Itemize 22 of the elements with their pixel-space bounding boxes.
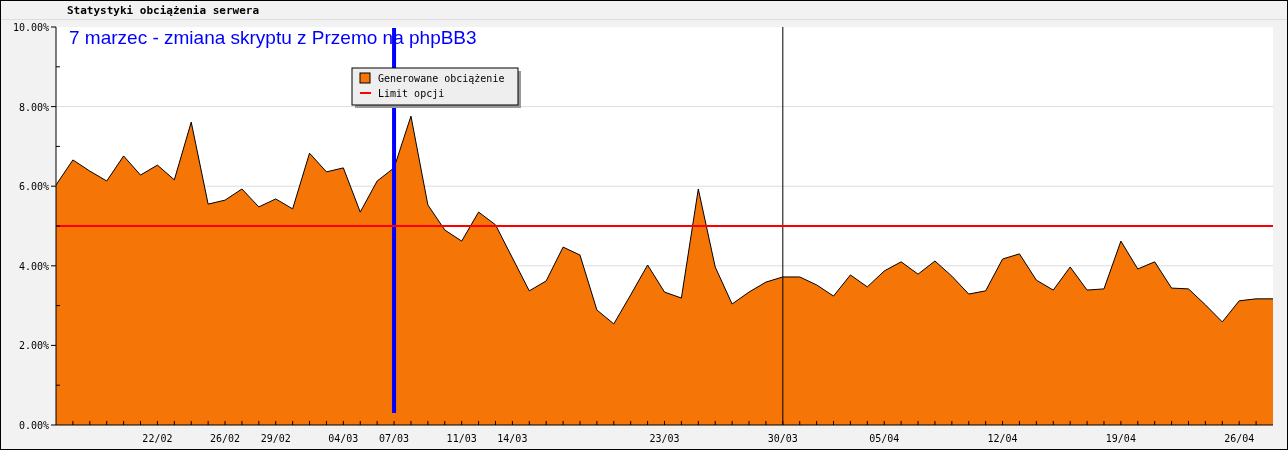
axis-label: 05/04 [869,433,900,444]
axis-label: 12/04 [987,433,1018,444]
axis-label: 10.00% [12,22,49,33]
axis-label: 29/02 [260,433,291,444]
axis-label: 07/03 [379,433,410,444]
axis-label: 14/03 [497,433,528,444]
chart-title: Statystyki obciążenia serwera [67,3,260,17]
axis-label: 2.00% [18,340,49,352]
axis-label: 0.00% [18,420,49,431]
axis-label: 4.00% [18,260,49,272]
axis-label: 23/03 [649,433,680,444]
legend-label: Generowane obciążenie [378,73,505,84]
axis-label: 30/03 [767,433,798,444]
axis-label: 6.00% [18,181,49,193]
axis-label: 26/04 [1224,433,1255,444]
axis-label: 8.00% [18,101,49,113]
axis-label: 11/03 [446,433,477,444]
axis-label: 22/02 [142,433,173,444]
axis-label: 04/03 [328,433,359,444]
axis-label: 19/04 [1105,433,1136,444]
legend-label: Limit opcji [378,88,445,99]
axis-label: 26/02 [209,433,241,444]
